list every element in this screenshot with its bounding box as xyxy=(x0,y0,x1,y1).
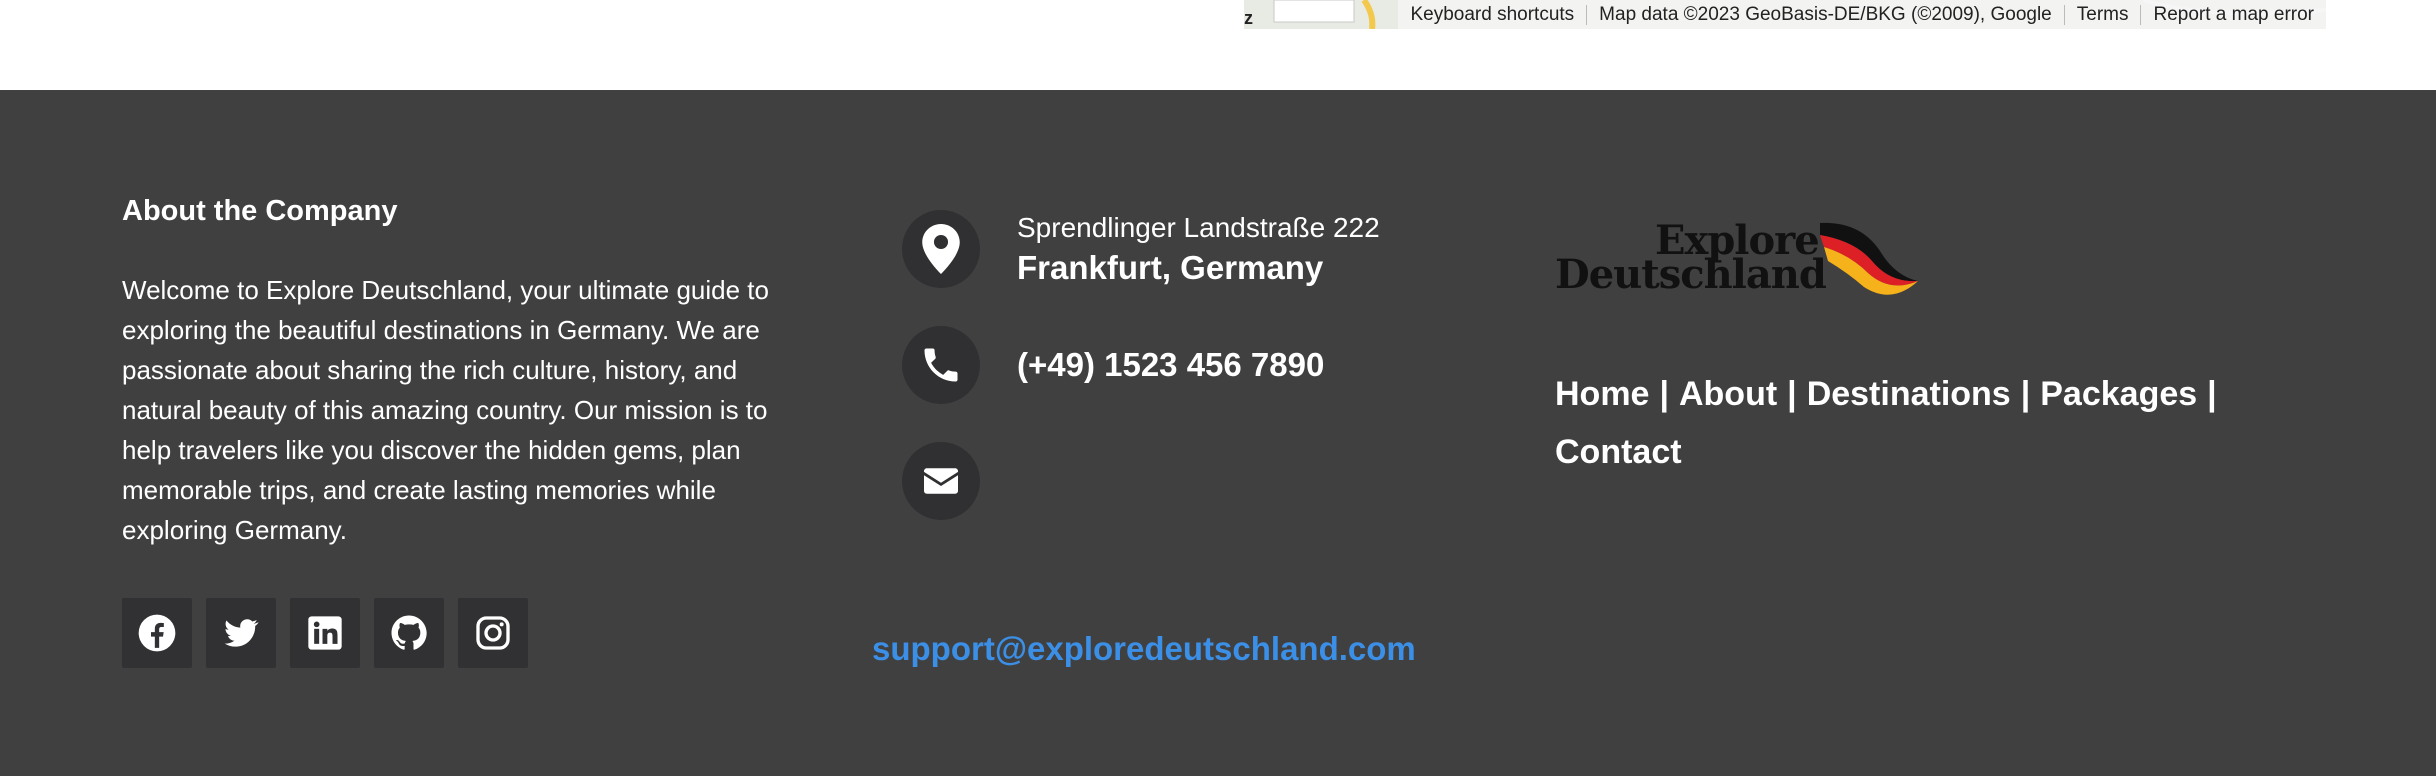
linkedin-icon xyxy=(308,616,342,650)
email-row xyxy=(872,442,1432,520)
nav-contact-link[interactable]: Contact xyxy=(1555,433,1682,471)
email-link[interactable]: support@exploredeutschland.com xyxy=(872,630,1416,668)
map-credits-bar: Keyboard shortcuts Map data ©2023 GeoBas… xyxy=(1398,0,2326,29)
address-city: Frankfurt, Germany xyxy=(1017,249,1324,286)
envelope-icon xyxy=(902,442,980,520)
nav-separator: | xyxy=(1659,375,1669,413)
terms-link[interactable]: Terms xyxy=(2065,0,2141,29)
nav-separator: | xyxy=(2207,375,2217,413)
instagram-icon xyxy=(476,616,510,650)
nav-about-link[interactable]: About xyxy=(1679,375,1777,413)
footer-nav: Home | About | Destinations | Packages | Contact xyxy=(1555,365,2255,481)
github-button[interactable] xyxy=(374,598,444,668)
facebook-icon xyxy=(138,614,176,652)
address-text: Sprendlinger Landstraße 222 Frankfurt, G… xyxy=(1017,210,1380,290)
twitter-icon xyxy=(224,619,259,647)
instagram-button[interactable] xyxy=(458,598,528,668)
nav-separator: | xyxy=(1787,375,1797,413)
contact-column: Sprendlinger Landstraße 222 Frankfurt, G… xyxy=(872,210,1432,667)
nav-destinations-link[interactable]: Destinations xyxy=(1807,375,2011,413)
phone-icon xyxy=(902,326,980,404)
about-column: About the Company Welcome to Explore Deu… xyxy=(122,194,802,668)
german-flag-swoosh-icon xyxy=(1820,222,1918,295)
site-logo[interactable]: Explore Deutschland xyxy=(1555,215,1918,315)
map-marker-icon xyxy=(902,210,980,288)
brand-column: Explore Deutschland Home | About | Destinati… xyxy=(1555,215,2255,481)
nav-packages-link[interactable]: Packages xyxy=(2040,375,2197,413)
social-links xyxy=(122,598,802,668)
map-edge-mark: z xyxy=(1244,8,1253,28)
address-street: Sprendlinger Landstraße 222 xyxy=(1017,212,1380,243)
site-footer: About the Company Welcome to Explore Deu… xyxy=(0,90,2436,776)
github-icon xyxy=(391,615,427,650)
keyboard-shortcuts-link[interactable]: Keyboard shortcuts xyxy=(1398,0,1586,29)
report-map-error-link[interactable]: Report a map error xyxy=(2141,0,2326,29)
nav-home-link[interactable]: Home xyxy=(1555,375,1649,413)
nav-separator: | xyxy=(2020,375,2031,413)
map-data-attribution: Map data ©2023 GeoBasis-DE/BKG (©2009), … xyxy=(1599,4,2052,25)
phone-row: (+49) 1523 456 7890 xyxy=(872,326,1432,404)
address-row: Sprendlinger Landstraße 222 Frankfurt, G… xyxy=(872,210,1432,288)
about-title: About the Company xyxy=(122,195,398,227)
about-text: Welcome to Explore Deutschland, your ult… xyxy=(122,275,769,545)
phone-number[interactable]: (+49) 1523 456 7890 xyxy=(1017,346,1324,383)
twitter-button[interactable] xyxy=(206,598,276,668)
linkedin-button[interactable] xyxy=(290,598,360,668)
logo-line2: Deutschland xyxy=(1555,251,1827,298)
facebook-button[interactable] xyxy=(122,598,192,668)
map-embed-bottom[interactable]: z Keyboard shortcuts Map data ©2023 GeoB… xyxy=(1244,0,2326,29)
